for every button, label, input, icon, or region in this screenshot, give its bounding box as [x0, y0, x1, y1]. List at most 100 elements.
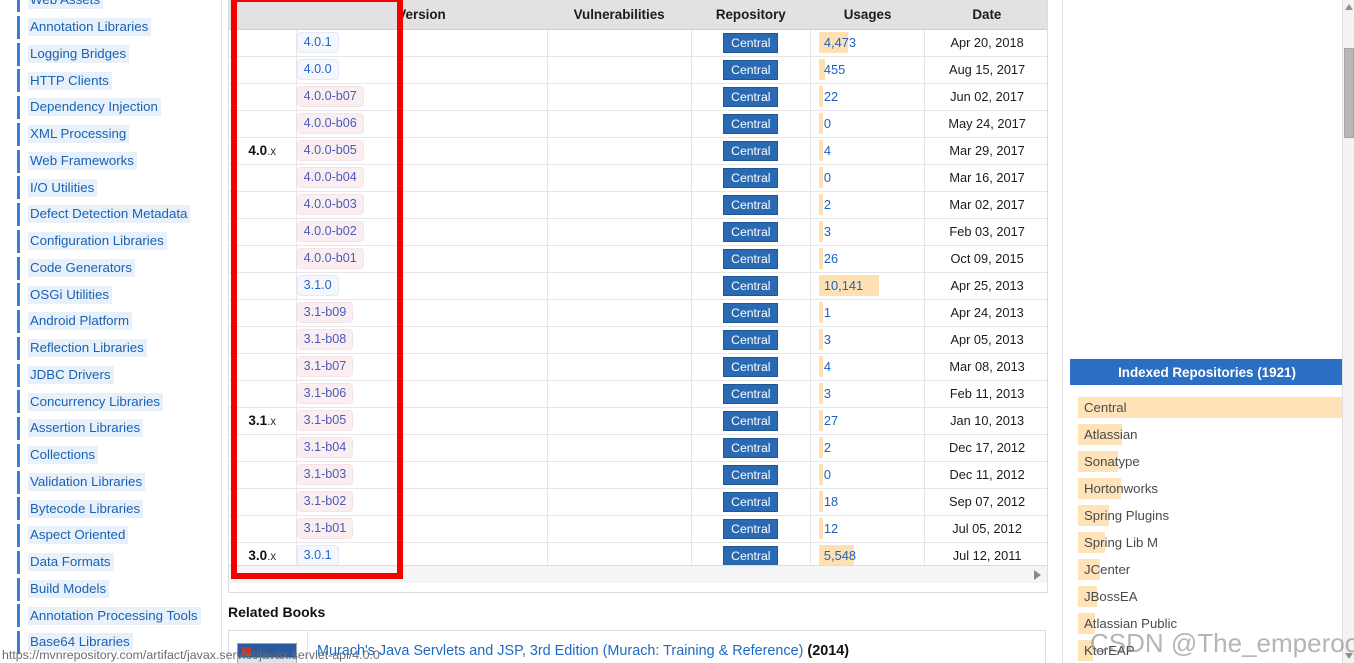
repository-badge[interactable]: Central: [723, 545, 779, 566]
sidebar-item-osgi-utilities[interactable]: OSGi Utilities: [0, 281, 222, 308]
repository-badge[interactable]: Central: [723, 410, 779, 431]
table-row[interactable]: 3.1-b03 Central 0 Dec 11, 2012: [229, 461, 1047, 489]
repository-badge[interactable]: Central: [723, 140, 779, 161]
repository-badge[interactable]: Central: [723, 275, 779, 296]
repository-list-item[interactable]: JBossEA: [1070, 583, 1343, 610]
repository-badge[interactable]: Central: [723, 518, 779, 539]
header-group[interactable]: [229, 0, 297, 30]
repository-badge[interactable]: Central: [723, 167, 779, 188]
repository-badge[interactable]: Central: [723, 437, 779, 458]
indexed-repositories-list[interactable]: Central Atlassian Sonatype Hortonworks Sprin…: [1070, 394, 1343, 663]
table-row[interactable]: 4.0.0-b03 Central 2 Mar 02, 2017: [229, 191, 1047, 219]
usages-count[interactable]: 5,548: [819, 548, 856, 563]
sidebar-item-build-models[interactable]: Build Models: [0, 576, 222, 603]
sidebar-item-i-o-utilities[interactable]: I/O Utilities: [0, 174, 222, 201]
version-link[interactable]: 4.0.0-b01: [296, 248, 364, 269]
usages-count[interactable]: 2: [819, 197, 831, 212]
repository-badge[interactable]: Central: [723, 86, 779, 107]
usages-count[interactable]: 455: [819, 62, 845, 77]
version-link[interactable]: 3.1-b01: [296, 518, 354, 539]
version-link[interactable]: 3.1.0: [296, 275, 339, 296]
sidebar-item-web-assets[interactable]: Web Assets: [0, 0, 222, 14]
sidebar-item-http-clients[interactable]: HTTP Clients: [0, 67, 222, 94]
version-link[interactable]: 4.0.0: [296, 59, 339, 80]
sidebar-item-defect-detection-metadata[interactable]: Defect Detection Metadata: [0, 201, 222, 228]
usages-count[interactable]: 4: [819, 143, 831, 158]
table-row[interactable]: 4.0.x 4.0.0-b05 Central 4 Mar 29, 2017: [229, 137, 1047, 165]
sidebar-item-logging-bridges[interactable]: Logging Bridges: [0, 41, 222, 68]
repository-list-item[interactable]: Hortonworks: [1070, 475, 1343, 502]
page-vertical-scrollbar[interactable]: [1342, 0, 1354, 663]
sidebar-item-dependency-injection[interactable]: Dependency Injection: [0, 94, 222, 121]
version-link[interactable]: 3.1-b07: [296, 356, 354, 377]
version-link[interactable]: 3.1-b03: [296, 464, 354, 485]
sidebar-item-validation-libraries[interactable]: Validation Libraries: [0, 469, 222, 496]
sidebar-item-annotation-libraries[interactable]: Annotation Libraries: [0, 14, 222, 41]
scrollbar-thumb[interactable]: [1344, 48, 1354, 138]
sidebar-item-android-platform[interactable]: Android Platform: [0, 308, 222, 335]
sidebar-item-bytecode-libraries[interactable]: Bytecode Libraries: [0, 495, 222, 522]
version-link[interactable]: 4.0.0-b07: [296, 86, 364, 107]
sidebar-item-web-frameworks[interactable]: Web Frameworks: [0, 148, 222, 175]
book-title-link[interactable]: Murach's Java Servlets and JSP, 3rd Edit…: [317, 643, 849, 659]
usages-count[interactable]: 0: [819, 116, 831, 131]
usages-count[interactable]: 10,141: [819, 278, 863, 293]
repository-list-item[interactable]: JCenter: [1070, 556, 1343, 583]
category-sidebar[interactable]: Web Assets Annotation Libraries Logging Br…: [0, 0, 222, 663]
sidebar-item-xml-processing[interactable]: XML Processing: [0, 121, 222, 148]
table-row[interactable]: 4.0.0-b04 Central 0 Mar 16, 2017: [229, 164, 1047, 192]
version-link[interactable]: 4.0.0-b04: [296, 167, 364, 188]
repository-badge[interactable]: Central: [723, 221, 779, 242]
table-horizontal-scrollbar[interactable]: [229, 565, 1047, 583]
sidebar-item-collections[interactable]: Collections: [0, 442, 222, 469]
table-row[interactable]: 4.0.0 Central 455 Aug 15, 2017: [229, 56, 1047, 84]
version-link[interactable]: 3.1-b05: [296, 410, 354, 431]
table-row[interactable]: 3.1-b06 Central 3 Feb 11, 2013: [229, 380, 1047, 408]
version-link[interactable]: 3.1-b08: [296, 329, 354, 350]
repository-badge[interactable]: Central: [723, 32, 779, 53]
version-link[interactable]: 3.1-b02: [296, 491, 354, 512]
repository-list-item[interactable]: Central: [1070, 394, 1343, 421]
usages-count[interactable]: 0: [819, 467, 831, 482]
usages-count[interactable]: 12: [819, 521, 838, 536]
version-link[interactable]: 4.0.1: [296, 32, 339, 53]
table-row[interactable]: 3.1-b08 Central 3 Apr 05, 2013: [229, 326, 1047, 354]
header-version[interactable]: Version: [296, 0, 548, 30]
table-row[interactable]: 3.1-b09 Central 1 Apr 24, 2013: [229, 299, 1047, 327]
version-link[interactable]: 3.1-b09: [296, 302, 354, 323]
versions-table-container[interactable]: Version Vulnerabilities Repository Usage…: [228, 0, 1048, 593]
repository-list-item[interactable]: Spring Lib M: [1070, 529, 1343, 556]
header-repository[interactable]: Repository: [691, 0, 811, 30]
sidebar-item-concurrency-libraries[interactable]: Concurrency Libraries: [0, 388, 222, 415]
repository-list-item[interactable]: Atlassian: [1070, 421, 1343, 448]
sidebar-item-annotation-processing-tools[interactable]: Annotation Processing Tools: [0, 602, 222, 629]
version-link[interactable]: 4.0.0-b06: [296, 113, 364, 134]
usages-count[interactable]: 3: [819, 386, 831, 401]
sidebar-item-aspect-oriented[interactable]: Aspect Oriented: [0, 522, 222, 549]
table-row[interactable]: 4.0.0-b01 Central 26 Oct 09, 2015: [229, 245, 1047, 273]
usages-count[interactable]: 0: [819, 170, 831, 185]
repository-badge[interactable]: Central: [723, 329, 779, 350]
repository-badge[interactable]: Central: [723, 464, 779, 485]
version-link[interactable]: 4.0.0-b05: [296, 140, 364, 161]
repository-badge[interactable]: Central: [723, 248, 779, 269]
usages-count[interactable]: 3: [819, 224, 831, 239]
repository-list-item[interactable]: Spring Plugins: [1070, 502, 1343, 529]
usages-count[interactable]: 4,473: [819, 35, 856, 50]
repository-badge[interactable]: Central: [723, 356, 779, 377]
table-row[interactable]: 4.0.0-b02 Central 3 Feb 03, 2017: [229, 218, 1047, 246]
version-link[interactable]: 4.0.0-b02: [296, 221, 364, 242]
sidebar-item-assertion-libraries[interactable]: Assertion Libraries: [0, 415, 222, 442]
scroll-right-arrow-icon[interactable]: [1034, 570, 1041, 580]
sidebar-item-code-generators[interactable]: Code Generators: [0, 255, 222, 282]
usages-count[interactable]: 4: [819, 359, 831, 374]
repository-badge[interactable]: Central: [723, 194, 779, 215]
table-row[interactable]: 3.1.0 Central 10,141 Apr 25, 2013: [229, 272, 1047, 300]
version-link[interactable]: 4.0.0-b03: [296, 194, 364, 215]
table-row[interactable]: 4.0.0-b06 Central 0 May 24, 2017: [229, 110, 1047, 138]
usages-count[interactable]: 27: [819, 413, 838, 428]
header-date[interactable]: Date: [924, 0, 1047, 30]
sidebar-item-configuration-libraries[interactable]: Configuration Libraries: [0, 228, 222, 255]
version-link[interactable]: 3.1-b04: [296, 437, 354, 458]
table-row[interactable]: 3.1.x 3.1-b05 Central 27 Jan 10, 2013: [229, 407, 1047, 435]
